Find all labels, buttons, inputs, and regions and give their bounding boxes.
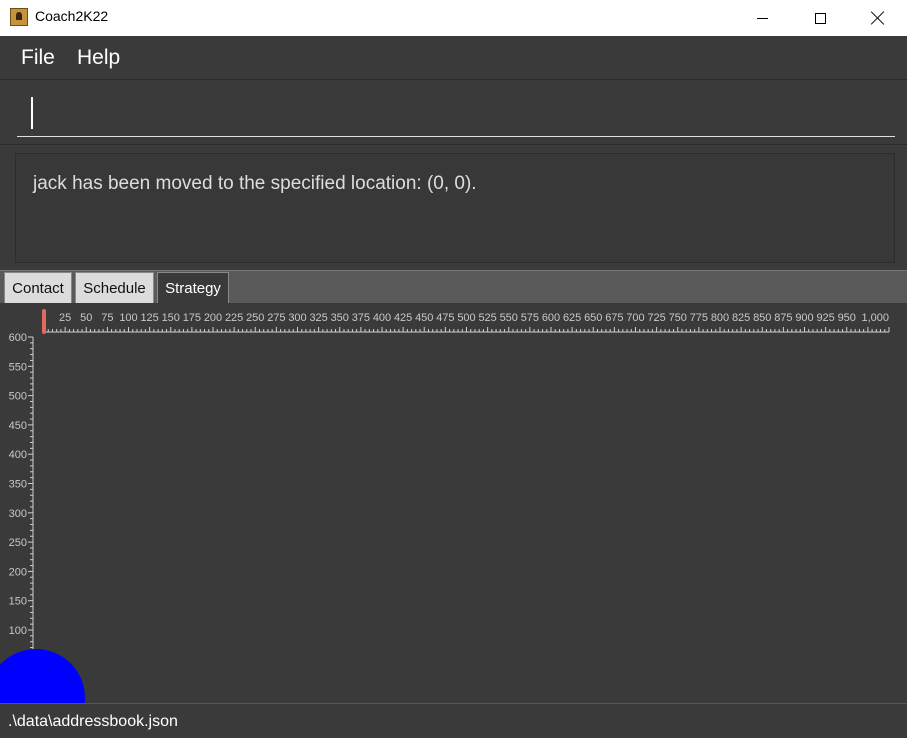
- tab-strategy[interactable]: Strategy: [157, 272, 229, 303]
- x-axis-tick-label: 1,000: [861, 312, 889, 324]
- x-axis-tick-label: 325: [309, 312, 327, 324]
- x-axis-tick-label: 625: [563, 312, 581, 324]
- result-message: jack has been moved to the specified loc…: [33, 173, 477, 194]
- x-axis-tick-label: 275: [267, 312, 285, 324]
- x-axis-tick-label: 850: [753, 312, 771, 324]
- result-display-panel: jack has been moved to the specified loc…: [0, 146, 907, 270]
- y-axis-tick-label: 450: [9, 420, 27, 432]
- x-axis-tick-label: 300: [288, 312, 306, 324]
- y-axis-tick-label: 600: [9, 332, 27, 344]
- result-display: jack has been moved to the specified loc…: [15, 153, 895, 263]
- menu-file[interactable]: File: [21, 46, 55, 70]
- menu-bar: File Help: [0, 36, 907, 80]
- tab-bar: Contact Schedule Strategy: [0, 270, 907, 303]
- x-axis-tick-label: 375: [352, 312, 370, 324]
- text-caret: [31, 97, 33, 129]
- player-marker: [0, 649, 85, 703]
- close-button[interactable]: [849, 0, 907, 36]
- command-input[interactable]: [17, 91, 895, 137]
- x-axis-tick-label: 775: [690, 312, 708, 324]
- strategy-board[interactable]: 25 50 75 100 125 150 175 200 225 250 275 300 325 350 3…: [0, 303, 907, 703]
- x-axis-tick-label: 250: [246, 312, 264, 324]
- close-icon: [871, 11, 885, 25]
- x-axis-tick-label: 100: [119, 312, 137, 324]
- x-axis-tick-label: 125: [140, 312, 158, 324]
- x-axis-tick-label: 700: [626, 312, 644, 324]
- x-axis-tick-label: 475: [436, 312, 454, 324]
- tab-schedule[interactable]: Schedule: [75, 272, 154, 303]
- y-axis-tick-label: 400: [9, 449, 27, 461]
- y-axis-tick-label: 300: [9, 508, 27, 520]
- x-axis-tick-label: 725: [647, 312, 665, 324]
- x-ruler-thumb: [42, 309, 46, 334]
- minimize-icon: [756, 17, 768, 19]
- x-axis-tick-label: 575: [521, 312, 539, 324]
- x-axis-tick-label: 150: [162, 312, 180, 324]
- title-bar: Coach2K22: [0, 0, 907, 36]
- y-axis-tick-label: 150: [9, 596, 27, 608]
- y-axis-tick-label: 550: [9, 361, 27, 373]
- window-title: Coach2K22: [35, 8, 109, 24]
- x-axis-tick-label: 900: [795, 312, 813, 324]
- y-axis-tick-label: 100: [9, 625, 27, 637]
- minimize-button[interactable]: [733, 0, 791, 36]
- x-axis-tick-label: 450: [415, 312, 433, 324]
- x-axis-tick-label: 650: [584, 312, 602, 324]
- tab-contact[interactable]: Contact: [4, 272, 72, 303]
- x-axis-tick-label: 400: [373, 312, 391, 324]
- x-axis-tick-label: 350: [331, 312, 349, 324]
- y-axis-tick-label: 200: [9, 566, 27, 578]
- x-axis-tick-label: 600: [542, 312, 560, 324]
- x-axis-tick-label: 825: [732, 312, 750, 324]
- x-axis-tick-label: 675: [605, 312, 623, 324]
- app-icon: [10, 8, 28, 26]
- x-axis-tick-label: 925: [816, 312, 834, 324]
- x-axis-tick-label: 800: [711, 312, 729, 324]
- x-axis-tick-label: 550: [500, 312, 518, 324]
- x-axis-tick-label: 50: [80, 312, 92, 324]
- strategy-board-svg[interactable]: 25 50 75 100 125 150 175 200 225 250 275 300 325 350 3…: [0, 303, 907, 703]
- y-axis-tick-label: 500: [9, 391, 27, 403]
- x-axis-tick-label: 25: [59, 312, 71, 324]
- y-axis-tick-label: 250: [9, 537, 27, 549]
- command-box: [0, 81, 907, 145]
- menu-help[interactable]: Help: [77, 46, 120, 70]
- x-axis-tick-label: 225: [225, 312, 243, 324]
- status-bar: .\data\addressbook.json: [0, 703, 907, 738]
- x-axis-tick-label: 500: [457, 312, 475, 324]
- maximize-icon: [814, 12, 826, 24]
- x-axis-tick-label: 200: [204, 312, 222, 324]
- x-axis-tick-label: 750: [669, 312, 687, 324]
- status-save-path: .\data\addressbook.json: [8, 713, 178, 730]
- x-axis-tick-label: 525: [478, 312, 496, 324]
- x-axis-tick-label: 75: [101, 312, 113, 324]
- y-axis-tick-label: 350: [9, 479, 27, 491]
- maximize-button[interactable]: [791, 0, 849, 36]
- x-axis-tick-label: 950: [838, 312, 856, 324]
- x-axis-tick-label: 175: [183, 312, 201, 324]
- x-axis-tick-label: 875: [774, 312, 792, 324]
- x-axis-tick-label: 425: [394, 312, 412, 324]
